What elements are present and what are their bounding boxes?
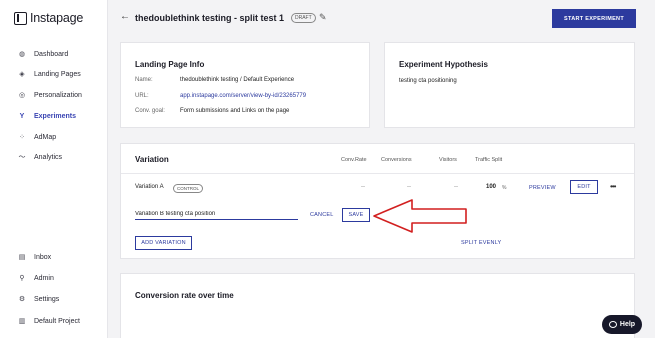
more-menu-icon[interactable]: ••• bbox=[610, 182, 616, 191]
add-variation-button[interactable]: ADD VARIATION bbox=[135, 236, 192, 250]
preview-button[interactable]: PREVIEW bbox=[529, 185, 556, 191]
url-link[interactable]: app.instapage.com/server/view-by-id/2326… bbox=[180, 93, 306, 99]
sidebar-item-analytics[interactable]: 〜 Analytics bbox=[18, 151, 63, 163]
sidebar-item-label: Personalization bbox=[34, 91, 82, 99]
admap-icon: ⁘ bbox=[19, 134, 25, 141]
variation-a-split[interactable]: 100 bbox=[486, 184, 496, 190]
instapage-logo[interactable]: Instapage bbox=[14, 10, 83, 26]
sidebar-item-label: Settings bbox=[34, 295, 60, 303]
hypothesis-card: Experiment Hypothesis testing cta positi… bbox=[384, 42, 635, 128]
page-title: thedoublethink testing - split test 1 bbox=[135, 13, 285, 23]
col-conv-rate: Conv.Rate bbox=[341, 157, 367, 163]
dashboard-icon: ◍ bbox=[18, 51, 26, 58]
gear-icon: ⚙ bbox=[18, 296, 26, 303]
save-button[interactable]: SAVE bbox=[342, 208, 370, 222]
split-evenly-button[interactable]: SPLIT EVENLY bbox=[461, 240, 501, 246]
sidebar-item-landing-pages[interactable]: ◈ Landing Pages bbox=[18, 68, 81, 80]
help-button[interactable]: Help bbox=[602, 315, 642, 334]
edit-button[interactable]: EDIT bbox=[570, 180, 598, 194]
sidebar-item-personalization[interactable]: ◎ Personalization bbox=[18, 89, 82, 101]
divider bbox=[121, 173, 634, 174]
name-value: thedoublethink testing / Default Experie… bbox=[180, 77, 295, 83]
hypothesis-title: Experiment Hypothesis bbox=[399, 60, 488, 69]
conv-goal-label: Conv. goal: bbox=[135, 108, 165, 114]
variation-a-name: Variation A bbox=[135, 184, 164, 190]
annotation-arrow-icon bbox=[373, 199, 467, 233]
sidebar: Instapage ◍ Dashboard ◈ Landing Pages ◎ … bbox=[0, 0, 108, 338]
back-arrow-icon[interactable]: ← bbox=[120, 11, 130, 22]
name-label: Name: bbox=[135, 77, 153, 83]
project-icon: ▥ bbox=[18, 318, 26, 325]
variation-b-name-input[interactable] bbox=[135, 208, 298, 220]
sidebar-item-dashboard[interactable]: ◍ Dashboard bbox=[18, 48, 68, 60]
sidebar-item-admin[interactable]: ⚲ Admin bbox=[18, 272, 54, 284]
cancel-button[interactable]: CANCEL bbox=[310, 212, 334, 218]
layers-icon: ◈ bbox=[19, 71, 25, 78]
landing-page-info-card: Landing Page Info Name: thedoublethink t… bbox=[120, 42, 370, 128]
inbox-icon: ▤ bbox=[18, 254, 26, 261]
experiments-icon: Y bbox=[19, 112, 25, 120]
sidebar-item-label: Dashboard bbox=[34, 50, 69, 58]
admin-icon: ⚲ bbox=[19, 275, 25, 282]
sidebar-item-inbox[interactable]: ▤ Inbox bbox=[18, 251, 51, 263]
target-icon: ◎ bbox=[18, 92, 26, 99]
page-header: ← thedoublethink testing - split test 1 … bbox=[108, 0, 655, 38]
col-visitors: Visitors bbox=[439, 157, 457, 163]
conversion-chart-title: Conversion rate over time bbox=[135, 291, 234, 300]
analytics-icon: 〜 bbox=[18, 154, 26, 161]
sidebar-item-admap[interactable]: ⁘ AdMap bbox=[18, 131, 56, 143]
logo-icon bbox=[14, 11, 27, 25]
variation-a-conv-rate: -- bbox=[361, 184, 365, 190]
sidebar-item-settings[interactable]: ⚙ Settings bbox=[18, 293, 59, 305]
pencil-icon[interactable]: ✎ bbox=[319, 12, 327, 23]
col-traffic-split: Traffic Split bbox=[475, 157, 503, 163]
start-experiment-button[interactable]: START EXPERIMENT bbox=[552, 9, 636, 28]
landing-info-title: Landing Page Info bbox=[135, 60, 205, 69]
sidebar-item-label: Admin bbox=[34, 274, 54, 282]
help-label: Help bbox=[619, 321, 636, 328]
conv-goal-value: Form submissions and Links on the page bbox=[180, 108, 290, 114]
split-percent: % bbox=[502, 185, 507, 191]
sidebar-item-label: Landing Pages bbox=[34, 70, 81, 78]
draft-badge: DRAFT bbox=[291, 13, 316, 23]
sidebar-item-default-project[interactable]: ▥ Default Project bbox=[18, 315, 80, 327]
hypothesis-text[interactable]: testing cta positioning bbox=[399, 78, 457, 84]
sidebar-item-label: Analytics bbox=[34, 153, 63, 161]
conversion-rate-card: Conversion rate over time bbox=[120, 273, 635, 338]
variation-title: Variation bbox=[135, 155, 169, 164]
sidebar-item-experiments[interactable]: Y Experiments bbox=[18, 110, 76, 122]
sidebar-item-label: Default Project bbox=[34, 317, 80, 325]
sidebar-item-label: Inbox bbox=[34, 253, 52, 261]
variation-a-visitors: -- bbox=[454, 184, 458, 190]
variation-a-conversions: -- bbox=[407, 184, 411, 190]
sidebar-item-label: Experiments bbox=[34, 112, 77, 120]
sidebar-item-label: AdMap bbox=[34, 133, 57, 141]
control-badge: CONTROL bbox=[173, 184, 204, 193]
url-label: URL: bbox=[135, 93, 149, 99]
chat-bubble-icon bbox=[608, 321, 617, 328]
col-conversions: Conversions bbox=[381, 157, 412, 163]
logo-text: Instapage bbox=[30, 11, 84, 25]
